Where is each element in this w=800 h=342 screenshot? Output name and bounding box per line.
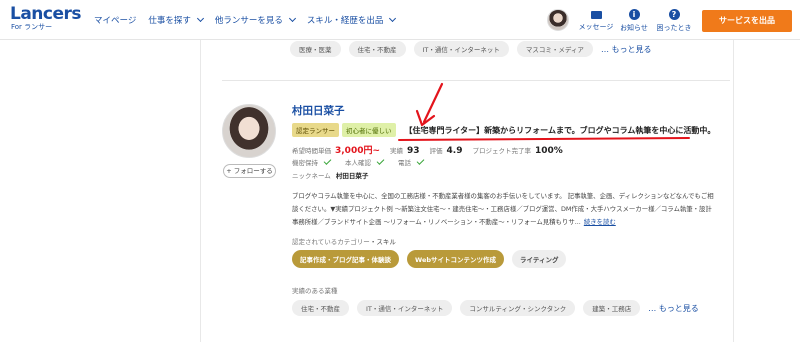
phone-label: 電話 — [398, 159, 411, 167]
badge-row: 認定ランサー 初心者に優しい 【住宅専門ライター】新築からリフォームまで。ブログ… — [292, 123, 715, 137]
card-divider — [222, 80, 730, 81]
previous-card-industries: 医療・医薬 住宅・不動産 IT・通信・インターネット マスコミ・メディア … も… — [290, 41, 651, 57]
more-link[interactable]: … もっと見る — [648, 303, 699, 314]
nav-label: 他ランサーを見る — [214, 16, 283, 26]
check-icon — [323, 157, 332, 165]
messages-button[interactable]: メッセージ — [576, 9, 616, 32]
user-avatar[interactable] — [547, 9, 569, 31]
mail-icon — [590, 11, 602, 19]
lancer-name[interactable]: 村田日菜子 — [292, 103, 345, 118]
list-service-button[interactable]: サービスを出品 — [702, 10, 792, 32]
nav-find-jobs[interactable]: 仕事を探す — [148, 14, 204, 26]
category-tags: 記事作成・ブログ記事・体験談 Webサイトコンテンツ作成 ライティング — [292, 250, 567, 268]
completion-value: 100% — [535, 146, 563, 156]
nav-label: マイページ — [94, 16, 137, 26]
read-more-link[interactable]: 続きを読む — [584, 218, 616, 226]
category-tag[interactable]: 記事作成・ブログ記事・体験談 — [292, 250, 399, 268]
logo-subtext: For ランサー — [11, 23, 53, 31]
nickname-row: ニックネーム 村田日菜子 — [292, 170, 368, 180]
categories-title-text: 認定されているカテゴリー — [292, 238, 370, 246]
nav-other-lancers[interactable]: 他ランサーを見る — [214, 14, 296, 26]
categories-title: 認定されているカテゴリー・スキル — [292, 236, 396, 246]
more-label: もっと見る — [658, 303, 699, 313]
completion-label: プロジェクト完了率 — [472, 147, 532, 155]
description-line: 談ください。▼実績プロジェクト例 ～新築注文住宅～・建売住宅～・工務店様／ブログ… — [292, 205, 712, 213]
chevron-down-icon — [196, 14, 204, 23]
rating-label: 評価 — [429, 147, 443, 155]
description-line: ブログやコラム執筆を中心に、全国の工務店様・不動産業者様の集客のお手伝いをしてい… — [292, 192, 714, 200]
beginner-friendly-badge: 初心者に優しい — [342, 123, 396, 137]
industry-tag[interactable]: マスコミ・メディア — [516, 41, 593, 57]
category-tag[interactable]: Webサイトコンテンツ作成 — [407, 250, 504, 268]
industry-tag[interactable]: 住宅・不動産 — [292, 300, 349, 316]
lancers-logo[interactable]: Lancers For ランサー — [10, 4, 82, 31]
chevron-down-icon — [389, 14, 397, 23]
verification-row: 機密保持 本人確認 電話 — [292, 157, 434, 167]
industries-title: 実績のある業種 — [292, 287, 338, 295]
stats-row: 希望時間単価 3,000円~ 実績 93 評価 4.9 プロジェクト完了率 10… — [292, 143, 569, 156]
nav-label: スキル・経歴を出品 — [306, 16, 384, 26]
achievements-value: 93 — [407, 146, 420, 156]
nav-mypage[interactable]: マイページ — [94, 14, 136, 26]
industry-tag[interactable]: コンサルティング・シンクタンク — [460, 300, 576, 316]
rating-value: 4.9 — [446, 146, 463, 156]
more-label: もっと見る — [611, 44, 652, 54]
industry-tag[interactable]: IT・通信・インターネット — [413, 41, 509, 57]
question-icon: ? — [668, 9, 680, 20]
notifications-label: お知らせ — [620, 24, 648, 32]
nickname-value: 村田日菜子 — [335, 172, 369, 180]
industry-tag[interactable]: 医療・医薬 — [290, 41, 341, 57]
profile-description: ブログやコラム執筆を中心に、全国の工務店様・不動産業者様の集客のお手伝いをしてい… — [292, 190, 720, 229]
industry-tag[interactable]: 建築・工務店 — [583, 300, 641, 316]
chevron-down-icon — [288, 14, 296, 23]
notifications-button[interactable]: i お知らせ — [614, 9, 654, 33]
profile-catchphrase[interactable]: 【住宅専門ライター】新築からリフォームまで。ブログやコラム執筆を中心に活動中。 — [405, 125, 716, 136]
messages-label: メッセージ — [578, 23, 614, 31]
more-link[interactable]: … もっと見る — [601, 44, 652, 55]
hourly-value: 3,000円~ — [335, 146, 381, 156]
help-button[interactable]: ? 困ったとき — [654, 9, 694, 33]
profile-photo[interactable] — [222, 104, 276, 158]
follow-button[interactable]: + フォローする — [223, 164, 276, 178]
description-line-last: 事務所様／ブランドサイト企画 ～リフォーム・リノベーション・不動産～・リフォーム… — [292, 216, 720, 229]
check-icon — [416, 157, 425, 165]
category-tag[interactable]: ライティング — [512, 250, 567, 268]
certified-badge: 認定ランサー — [292, 123, 339, 137]
identity-label: 本人確認 — [345, 159, 371, 167]
nda-label: 機密保持 — [292, 159, 318, 167]
nav-list-skills[interactable]: スキル・経歴を出品 — [306, 14, 397, 26]
nav-label: 仕事を探す — [148, 16, 191, 26]
top-header: Lancers For ランサー マイページ 仕事を探す 他ランサーを見る スキ… — [0, 0, 800, 40]
hourly-label: 希望時間単価 — [292, 147, 331, 155]
check-icon — [376, 157, 385, 165]
nickname-label: ニックネーム — [292, 172, 331, 180]
industry-tag[interactable]: 住宅・不動産 — [348, 41, 406, 57]
info-icon: i — [628, 9, 640, 20]
industry-tag[interactable]: IT・通信・インターネット — [357, 300, 453, 316]
description-text: 事務所様／ブランドサイト企画 ～リフォーム・リノベーション・不動産～・リフォーム… — [292, 218, 581, 226]
logo-text: Lancers — [10, 4, 82, 24]
categories-suffix: ・スキル — [369, 238, 396, 246]
achievements-label: 実績 — [390, 147, 404, 155]
industry-tags: 住宅・不動産 IT・通信・インターネット コンサルティング・シンクタンク 建築・… — [292, 300, 699, 316]
help-label: 困ったとき — [656, 24, 692, 32]
main-nav: マイページ 仕事を探す 他ランサーを見る スキル・経歴を出品 — [94, 14, 397, 26]
